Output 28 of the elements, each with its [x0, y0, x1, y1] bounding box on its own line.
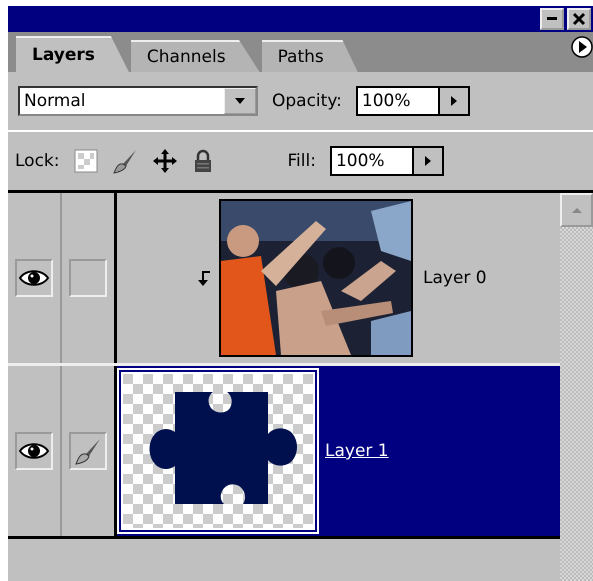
tab[interactable]: Channels	[130, 40, 260, 72]
blend-mode-dropdown[interactable]: Normal	[18, 86, 258, 116]
move-icon[interactable]	[152, 148, 178, 174]
link-toggle[interactable]	[69, 432, 107, 470]
scrollbar-track[interactable]	[560, 193, 593, 581]
layer-row[interactable]: Layer 1	[117, 366, 560, 536]
minimize-button[interactable]	[540, 8, 564, 30]
up-arrow-icon	[570, 205, 584, 215]
panel-menu-button[interactable]	[571, 36, 593, 60]
tab[interactable]: Paths	[262, 40, 358, 72]
link-toggle[interactable]	[69, 259, 107, 297]
lock-transparency-icon[interactable]	[74, 149, 98, 173]
fill-field[interactable]: 100%	[330, 146, 444, 176]
layer-name: Layer 1	[325, 441, 389, 461]
opacity-label: Opacity:	[272, 91, 342, 111]
tab[interactable]: Layers	[16, 36, 129, 72]
puzzle-piece-icon	[150, 392, 297, 504]
close-button[interactable]	[567, 8, 591, 30]
opacity-slider-toggle-icon	[440, 88, 468, 114]
scroll-up-button[interactable]	[560, 193, 593, 227]
lock-label: Lock:	[15, 151, 60, 171]
layer-name: Layer 0	[423, 268, 487, 288]
fill-label: Fill:	[288, 151, 316, 171]
fill-slider-toggle-icon	[414, 148, 442, 174]
visibility-toggle[interactable]	[15, 259, 53, 297]
close-icon	[572, 12, 586, 26]
visibility-toggle[interactable]	[15, 432, 53, 470]
opacity-field[interactable]: 100%	[356, 86, 470, 116]
